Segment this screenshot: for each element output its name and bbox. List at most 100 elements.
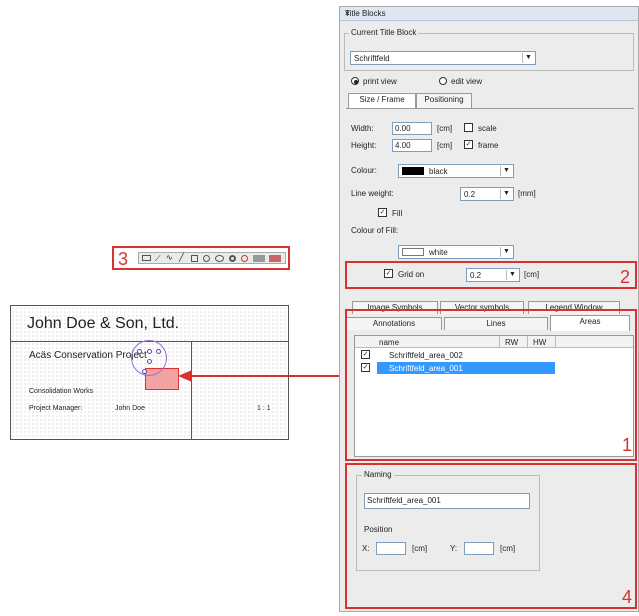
tab-size-frame[interactable]: Size / Frame — [348, 93, 416, 108]
scale-text: 1 : 1 — [257, 405, 271, 412]
y-label: Y: — [450, 544, 458, 553]
areas-table: name RW HW ✓ Schriftfeld_area_002 ✓ Schr… — [354, 335, 634, 457]
x-input[interactable] — [376, 542, 406, 555]
grid-unit: [cm] — [524, 270, 540, 279]
target-tool-icon[interactable] — [241, 255, 248, 262]
lineweight-select[interactable]: 0.2 ▼ — [460, 187, 514, 201]
manager-value: John Doe — [115, 405, 145, 412]
colour-select[interactable]: black ▼ — [398, 164, 514, 178]
grid-checkbox[interactable]: ✓ — [384, 269, 393, 278]
manager-label: Project Manager: — [29, 405, 83, 412]
y-input[interactable] — [464, 542, 494, 555]
more-tool-icon[interactable] — [269, 255, 281, 262]
tab-positioning[interactable]: Positioning — [416, 93, 472, 108]
chevron-down-icon: ▼ — [500, 166, 512, 176]
lineweight-value: 0.2 — [464, 190, 476, 199]
colour-swatch — [402, 167, 424, 175]
callout-number-4: 4 — [622, 587, 633, 607]
handle-4[interactable] — [147, 359, 152, 364]
print-view-label: print view — [363, 77, 397, 86]
width-label: Width: — [351, 124, 374, 133]
table-header-row: name RW HW — [355, 336, 633, 348]
width-unit: [cm] — [437, 124, 453, 133]
x-unit: [cm] — [412, 544, 428, 553]
fill-label: Fill — [392, 209, 403, 218]
chevron-down-icon: ▼ — [506, 270, 518, 280]
y-unit: [cm] — [500, 544, 516, 553]
close-icon[interactable]: × — [345, 9, 634, 18]
colour-value: black — [429, 167, 448, 176]
row-name: Schriftfeld_area_001 — [389, 364, 463, 373]
current-title-block-value: Schriftfeld — [354, 54, 390, 63]
chevron-down-icon: ▼ — [500, 189, 512, 199]
table-row[interactable]: ✓ Schriftfeld_area_002 — [355, 349, 633, 361]
grid-label: Grid on — [398, 270, 425, 279]
height-input[interactable]: 4.00 — [392, 139, 432, 152]
title-block-preview: John Doe & Son, Ltd. Acäs Conservation P… — [10, 305, 289, 440]
handle-1[interactable] — [137, 349, 142, 354]
handle-2[interactable] — [147, 349, 152, 354]
edit-view-radio[interactable] — [439, 77, 447, 85]
frame-checkbox[interactable]: ✓ — [464, 140, 473, 149]
naming-label: Naming — [362, 470, 394, 479]
header-divider — [499, 336, 500, 348]
ellipse-tool-icon[interactable] — [215, 255, 224, 262]
width-input[interactable]: 0.00 — [392, 122, 432, 135]
height-label: Height: — [351, 141, 377, 150]
selection-ring[interactable] — [131, 340, 167, 376]
grid-value: 0.2 — [470, 271, 482, 280]
print-view-radio[interactable] — [351, 77, 359, 85]
fill-colour-select[interactable]: white ▼ — [398, 245, 514, 259]
row-name: Schriftfeld_area_002 — [389, 351, 463, 360]
project-title: Acäs Conservation Project — [29, 350, 147, 361]
divider-vertical — [191, 342, 192, 439]
header-hw[interactable]: HW — [533, 338, 546, 347]
panel-titlebar: Title Blocks × — [340, 7, 638, 21]
company-name: John Doe & Son, Ltd. — [27, 315, 180, 332]
naming-input[interactable]: Schriftfeld_area_001 — [364, 493, 530, 509]
callout-number-3: 3 — [118, 249, 129, 269]
x-label: X: — [362, 544, 370, 553]
colour-label: Colour: — [351, 166, 377, 175]
height-unit: [cm] — [437, 141, 453, 150]
toolbar-callout: 3 ⟋ ∿ ╱ — [112, 246, 290, 270]
table-row-selected[interactable]: ✓ Schriftfeld_area_001 — [355, 362, 633, 374]
edit-view-label: edit view — [451, 77, 483, 86]
naming-group — [356, 475, 540, 571]
scale-label: scale — [478, 124, 497, 133]
chevron-down-icon: ▼ — [522, 53, 534, 63]
line-tool-icon[interactable]: ╱ — [179, 253, 184, 262]
fill-checkbox[interactable]: ✓ — [378, 208, 387, 217]
fill-tool-icon[interactable] — [253, 255, 265, 262]
header-divider — [555, 336, 556, 348]
row-checkbox[interactable]: ✓ — [361, 350, 370, 359]
works-line: Consolidation Works — [29, 388, 94, 395]
rect-tool-icon[interactable] — [142, 255, 151, 261]
position-label: Position — [362, 525, 395, 534]
current-title-block-select[interactable]: Schriftfeld ▼ — [350, 51, 536, 65]
handle-5[interactable] — [142, 369, 147, 374]
fill-colour-value: white — [429, 248, 448, 257]
header-name[interactable]: name — [379, 338, 399, 347]
header-rw[interactable]: RW — [505, 338, 518, 347]
polyline-tool-icon[interactable]: ⟋ — [155, 254, 161, 264]
row-checkbox[interactable]: ✓ — [361, 363, 370, 372]
header-divider — [527, 336, 528, 348]
handle-3[interactable] — [156, 349, 161, 354]
title-blocks-panel: Title Blocks × Current Title Block Schri… — [339, 6, 639, 612]
circle-tool-icon[interactable] — [203, 255, 210, 262]
company-row: John Doe & Son, Ltd. — [11, 306, 288, 342]
wave-tool-icon[interactable]: ∿ — [166, 253, 173, 262]
ring-tool-icon[interactable] — [229, 255, 236, 262]
fill-colour-label: Colour of Fill: — [351, 226, 399, 235]
grid-select[interactable]: 0.2 ▼ — [466, 268, 520, 282]
callout-number-1: 1 — [622, 435, 633, 455]
current-title-block-label: Current Title Block — [349, 28, 419, 37]
square-tool-icon[interactable] — [191, 255, 198, 262]
callout-number-2: 2 — [620, 267, 631, 287]
drawing-toolbar[interactable]: ⟋ ∿ ╱ — [138, 252, 286, 264]
scale-checkbox[interactable] — [464, 123, 473, 132]
chevron-down-icon: ▼ — [500, 247, 512, 257]
lineweight-unit: [mm] — [518, 189, 536, 198]
lineweight-label: Line weight: — [351, 189, 394, 198]
